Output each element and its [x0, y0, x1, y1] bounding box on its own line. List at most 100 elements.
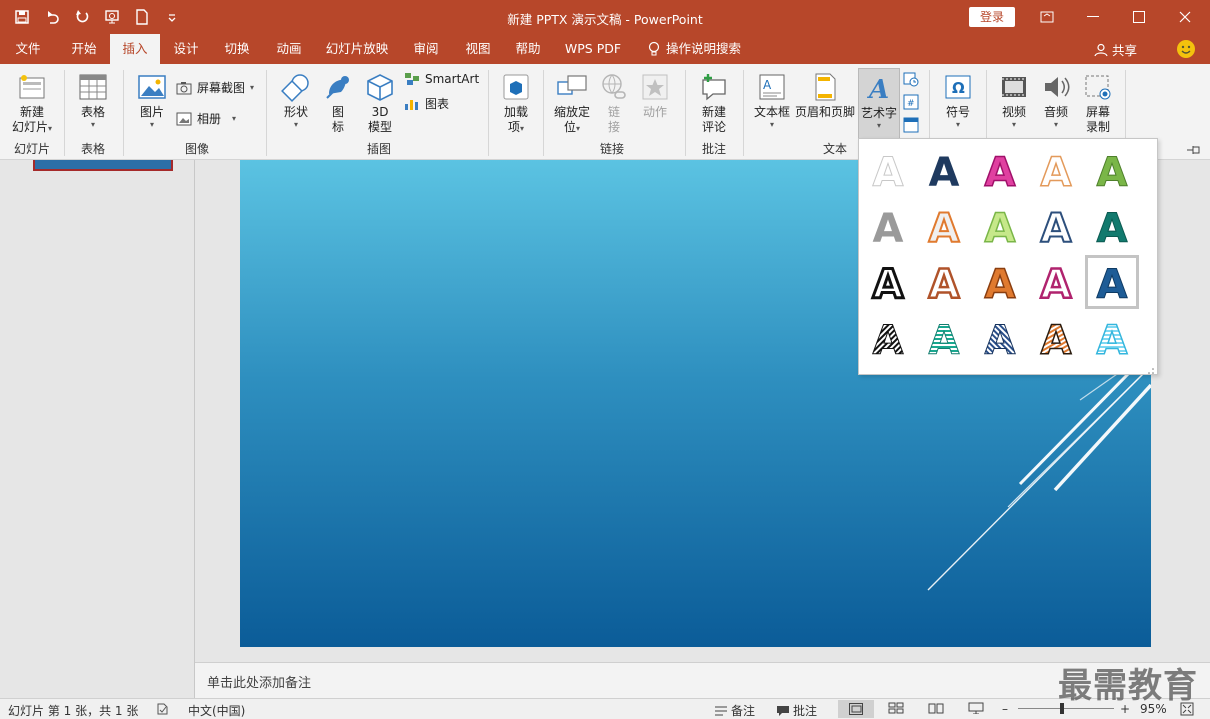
symbol-label: 符号	[945, 105, 970, 119]
slide-sorter-view-icon[interactable]	[888, 702, 904, 717]
wordart-style-18[interactable]: A	[973, 311, 1027, 365]
wordart-style-5[interactable]: A	[1085, 143, 1139, 197]
wordart-label: 艺术字	[860, 106, 897, 120]
screenshot-label: 屏幕截图	[197, 81, 246, 95]
icons-button[interactable]: 图 标	[320, 72, 356, 135]
dropdown-arrow-icon: ▾	[876, 121, 881, 130]
smartart-icon	[405, 73, 419, 85]
wordart-style-1[interactable]: A	[861, 143, 915, 197]
zoom-icon	[557, 75, 587, 95]
wordart-style-9[interactable]: A	[1029, 199, 1083, 253]
picture-label: 图片	[139, 105, 164, 119]
wordart-style-20[interactable]: A	[1085, 311, 1139, 365]
zoom-out-button[interactable]: –	[1002, 702, 1008, 716]
tab-file[interactable]: 文件	[8, 34, 48, 64]
wordart-style-13[interactable]: A	[973, 255, 1027, 309]
symbol-button[interactable]: Ω 符号 ▾	[938, 72, 978, 130]
dropdown-arrow-icon: ▾	[149, 120, 154, 129]
wordart-style-4[interactable]: A	[1029, 143, 1083, 197]
zoom-button[interactable]: 缩放定 位▾	[550, 72, 594, 135]
slide-thumbnail[interactable]	[33, 160, 173, 171]
pin-ribbon-icon[interactable]	[1186, 144, 1202, 156]
wordart-style-11[interactable]: A	[861, 255, 915, 309]
date-time-icon[interactable]	[903, 71, 919, 87]
group-label-illustrations: 插图	[366, 142, 391, 156]
reading-view-icon[interactable]	[928, 702, 944, 717]
spelling-check-icon[interactable]	[156, 702, 170, 719]
wordart-style-14[interactable]: A	[1029, 255, 1083, 309]
tab-insert[interactable]: 插入	[110, 34, 160, 64]
new-comment-button[interactable]: 新建 评论	[692, 72, 736, 135]
wordart-style-2[interactable]: A	[917, 143, 971, 197]
login-button[interactable]: 登录	[969, 7, 1015, 27]
feedback-smiley-icon[interactable]	[1177, 40, 1195, 58]
wordart-style-10[interactable]: A	[1085, 199, 1139, 253]
smartart-button[interactable]: SmartArt	[404, 72, 479, 86]
wordart-style-12[interactable]: A	[917, 255, 971, 309]
screenshot-button[interactable]: 屏幕截图 ▾	[176, 79, 254, 96]
tab-animations[interactable]: 动画	[268, 34, 310, 64]
table-button[interactable]: 表格 ▾	[70, 72, 116, 130]
video-icon	[1002, 77, 1026, 97]
screen-recording-button[interactable]: 屏幕 录制	[1078, 72, 1118, 135]
tab-slideshow[interactable]: 幻灯片放映	[320, 34, 394, 64]
screenshot-icon	[176, 81, 192, 94]
tab-help[interactable]: 帮助	[508, 34, 548, 64]
speaker-icon	[1045, 77, 1070, 97]
group-divider	[64, 70, 65, 156]
wordart-style-15[interactable]: A	[1085, 255, 1139, 309]
svg-text:A: A	[873, 262, 904, 306]
audio-button[interactable]: 音频 ▾	[1036, 72, 1076, 130]
wordart-style-8[interactable]: A	[973, 199, 1027, 253]
photo-album-button[interactable]: 相册 ▾	[176, 110, 236, 127]
chart-button[interactable]: 图表	[404, 95, 449, 112]
header-footer-button[interactable]: 页眉和页脚	[795, 72, 855, 120]
tell-me-search[interactable]: 操作说明搜索	[646, 34, 750, 64]
tab-review[interactable]: 审阅	[406, 34, 446, 64]
tab-wps-pdf[interactable]: WPS PDF	[560, 34, 626, 64]
chart-label: 图表	[425, 97, 450, 111]
wordart-style-3[interactable]: A	[973, 143, 1027, 197]
slideshow-view-icon[interactable]	[968, 702, 984, 717]
wordart-style-7[interactable]: A	[917, 199, 971, 253]
notes-toggle-button[interactable]: 备注	[714, 702, 755, 719]
video-button[interactable]: 视频 ▾	[994, 72, 1034, 130]
tab-transitions[interactable]: 切换	[216, 34, 258, 64]
wordart-style-19[interactable]: A	[1029, 311, 1083, 365]
svg-text:A: A	[985, 206, 1016, 250]
zoom-slider-track[interactable]	[1018, 708, 1114, 709]
3d-models-button[interactable]: 3D 模型	[360, 72, 400, 135]
wordart-button[interactable]: A 艺术字 ▾	[858, 68, 900, 140]
screen-record-label-1: 屏幕	[1085, 105, 1110, 119]
slide-number-icon[interactable]: #	[903, 94, 919, 110]
addins-button[interactable]: 加载 项▾	[494, 72, 538, 135]
tab-design[interactable]: 设计	[166, 34, 206, 64]
maximize-icon[interactable]	[1116, 0, 1162, 34]
object-icon[interactable]	[903, 117, 919, 133]
action-button[interactable]: 动作	[636, 72, 674, 120]
link-button[interactable]: 链 接	[598, 72, 630, 135]
svg-text:A: A	[873, 150, 904, 194]
shapes-button[interactable]: 形状 ▾	[274, 72, 318, 130]
comment-label-2: 评论	[701, 120, 726, 134]
wordart-style-6[interactable]: A	[861, 199, 915, 253]
normal-view-button[interactable]	[838, 700, 874, 718]
new-slide-button[interactable]: 新建 幻灯片▾	[6, 72, 58, 135]
minimize-icon[interactable]	[1070, 0, 1116, 34]
svg-text:A: A	[1097, 262, 1128, 306]
ribbon-display-options-icon[interactable]	[1024, 0, 1070, 34]
audio-label: 音频	[1043, 105, 1068, 119]
share-button[interactable]: 共享	[1094, 40, 1137, 59]
picture-button[interactable]: 图片 ▾	[132, 72, 172, 130]
textbox-button[interactable]: A 文本框 ▾	[750, 72, 794, 130]
close-icon[interactable]	[1162, 0, 1208, 34]
comments-toggle-button[interactable]: 批注	[776, 702, 817, 719]
wordart-style-16[interactable]: A	[861, 311, 915, 365]
wordart-style-17[interactable]: A	[917, 311, 971, 365]
gallery-resize-grip-icon[interactable]	[1147, 364, 1155, 374]
tab-view[interactable]: 视图	[458, 34, 498, 64]
language-status[interactable]: 中文(中国)	[188, 702, 245, 719]
tab-home[interactable]: 开始	[62, 34, 106, 64]
svg-text:A: A	[929, 150, 960, 194]
header-footer-icon	[815, 73, 836, 101]
